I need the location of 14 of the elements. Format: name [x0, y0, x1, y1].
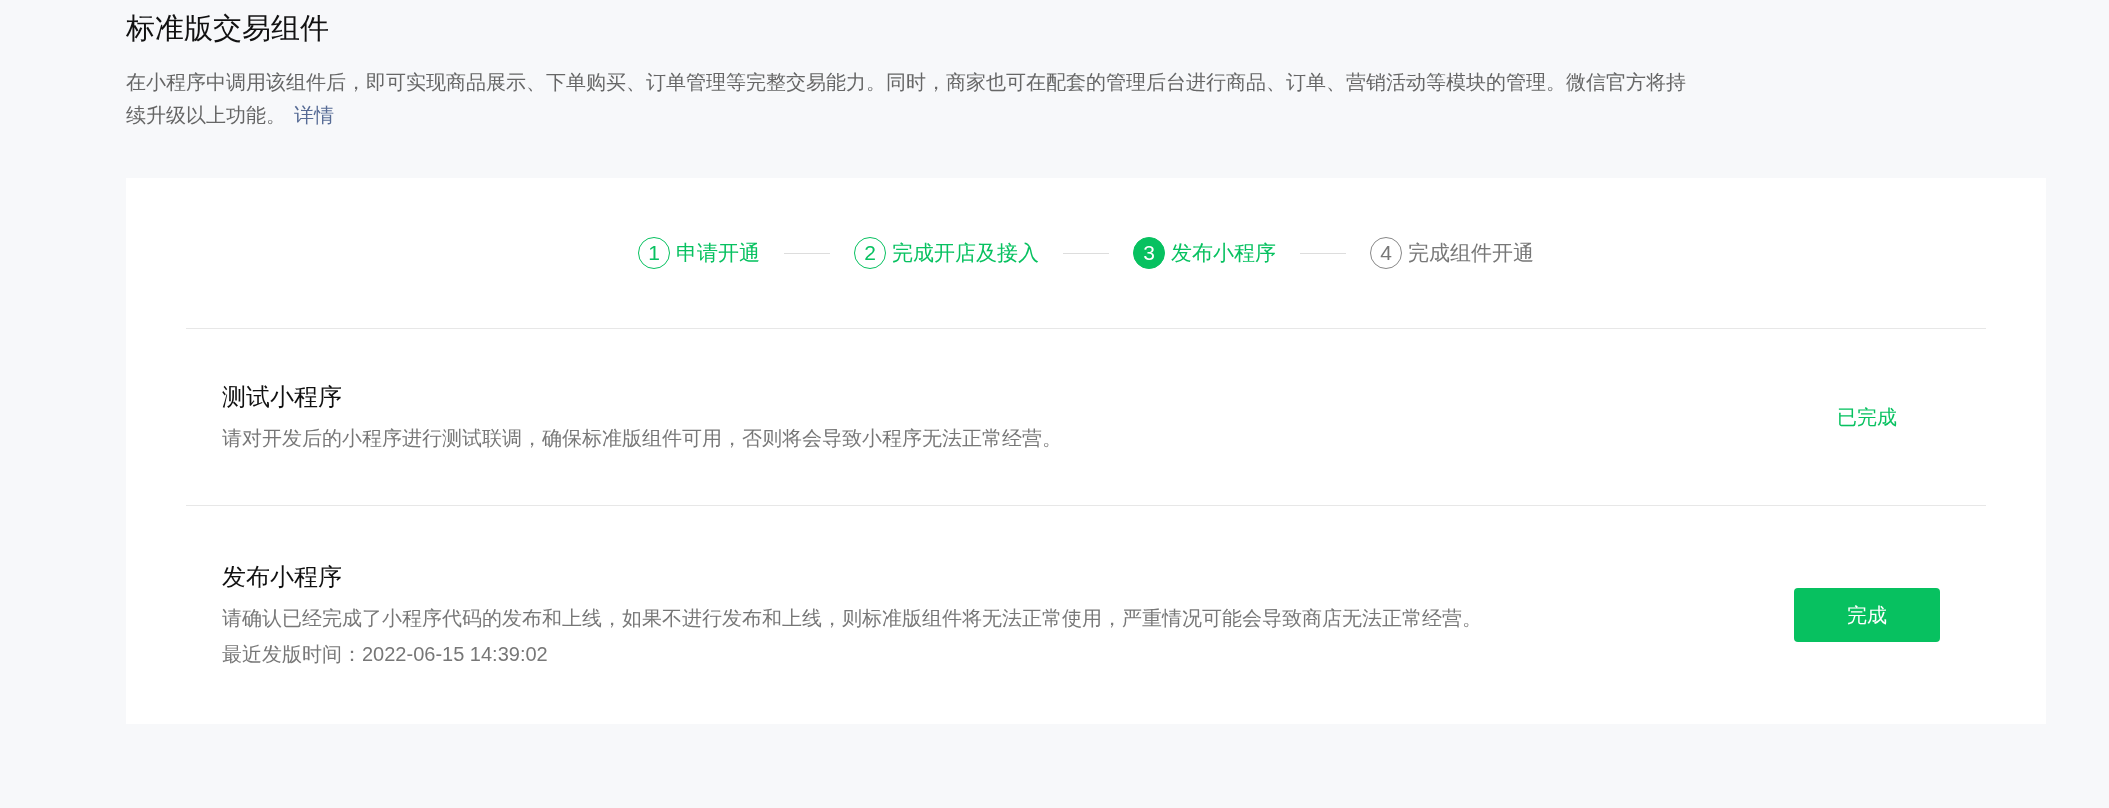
- task-description: 请确认已经完成了小程序代码的发布和上线，如果不进行发布和上线，则标准版组件将无法正常使用，严重情况可能会导致商店无法正常经营。: [222, 606, 1482, 631]
- step-label: 申请开通: [676, 240, 760, 267]
- task-description: 请对开发后的小程序进行测试联调，确保标准版组件可用，否则将会导致小程序无法正常经营。: [222, 426, 1062, 451]
- details-link[interactable]: 详情: [294, 104, 334, 126]
- step-label: 完成组件开通: [1408, 240, 1534, 267]
- step-label: 发布小程序: [1171, 240, 1276, 267]
- release-time: 最近发版时间：2022-06-15 14:39:02: [222, 642, 549, 667]
- task-title: 发布小程序: [222, 562, 343, 592]
- page-title: 标准版交易组件: [126, 11, 330, 46]
- page-description: 在小程序中调用该组件后，即可实现商品展示、下单购买、订单管理等完整交易能力。同时，商家也可在配套的管理后台进行商品、订单、营销活动等模块的管理。微信官方将持续升级以上功能。 详情: [126, 70, 1686, 128]
- task-title: 测试小程序: [222, 382, 343, 412]
- completed-status: 已完成: [1836, 405, 1898, 430]
- step-label: 完成开店及接入: [892, 240, 1039, 267]
- step-number: 3: [1133, 237, 1165, 269]
